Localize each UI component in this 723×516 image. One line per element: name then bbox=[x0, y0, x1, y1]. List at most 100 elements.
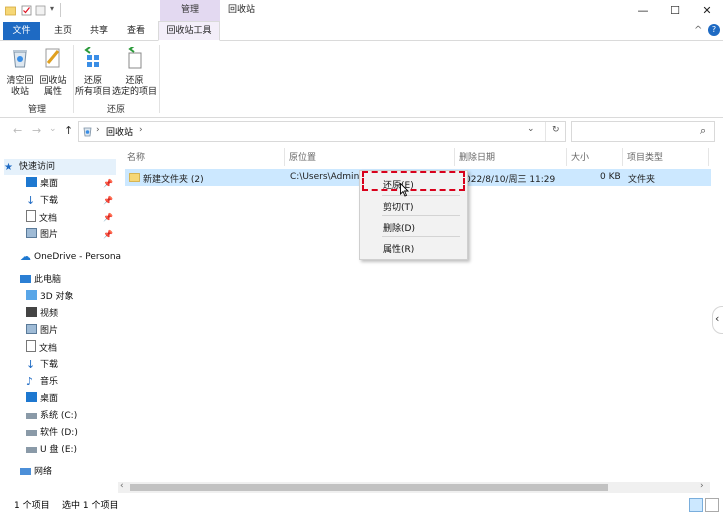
column-headers: 名称 原位置 删除日期 大小 项目类型 bbox=[120, 148, 710, 166]
tab-home[interactable]: 主页 bbox=[47, 22, 79, 40]
cell-date-deleted: 022/8/10/周三 11:29 bbox=[465, 175, 556, 185]
minimize-button[interactable]: — bbox=[628, 0, 658, 21]
empty-recycle-bin-label: 清空回 收站 bbox=[6, 76, 34, 97]
cell-name[interactable]: 新建文件夹 (2) bbox=[143, 172, 204, 185]
details-view-icon[interactable] bbox=[689, 498, 703, 512]
desktop-icon bbox=[26, 392, 37, 402]
up-button[interactable]: ↑ bbox=[64, 124, 73, 137]
nav-desktop[interactable]: 桌面 bbox=[26, 176, 58, 192]
tab-share[interactable]: 共享 bbox=[83, 22, 115, 40]
scrollbar-thumb[interactable] bbox=[130, 484, 608, 491]
help-icon[interactable]: ? bbox=[708, 24, 720, 36]
refresh-button[interactable]: ↻ bbox=[552, 125, 560, 135]
breadcrumb-recycle-bin[interactable]: 回收站 bbox=[106, 125, 133, 138]
download-arrow-icon: ↓ bbox=[26, 194, 36, 207]
nav-downloads[interactable]: ↓ 下载 bbox=[26, 193, 58, 209]
breadcrumb-separator[interactable]: › bbox=[139, 125, 143, 135]
search-input[interactable]: ⌕ bbox=[571, 121, 715, 142]
folder-icon bbox=[5, 6, 16, 16]
restore-all-icon bbox=[84, 46, 99, 67]
empty-recycle-bin-button[interactable]: 清空回 收站 bbox=[4, 43, 36, 98]
menu-item-properties[interactable]: 属性(R) bbox=[383, 242, 414, 255]
menu-item-delete[interactable]: 删除(D) bbox=[383, 221, 415, 234]
nav-pictures-pc[interactable]: 图片 bbox=[26, 323, 58, 339]
recycle-bin-properties-button[interactable]: 回收站 属性 bbox=[37, 43, 69, 98]
nav-network[interactable]: 网络 bbox=[20, 464, 52, 480]
forward-button[interactable]: → bbox=[32, 124, 41, 137]
star-icon: ★ bbox=[4, 162, 13, 173]
restore-selected-button[interactable]: 还原 选定的项目 bbox=[112, 43, 157, 98]
nav-documents[interactable]: 文档 bbox=[26, 210, 57, 226]
column-divider[interactable] bbox=[284, 148, 285, 166]
column-header-size[interactable]: 大小 bbox=[571, 150, 589, 163]
nav-drive-e[interactable]: U 盘 (E:) bbox=[26, 442, 77, 458]
nav-drive-c[interactable]: 系统 (C:) bbox=[26, 408, 77, 424]
maximize-button[interactable]: ☐ bbox=[660, 0, 690, 21]
large-icons-view-icon[interactable] bbox=[705, 498, 719, 512]
column-header-name[interactable]: 名称 bbox=[127, 150, 145, 163]
scroll-left-arrow-icon[interactable]: ‹ bbox=[120, 481, 124, 491]
properties-check-icon[interactable] bbox=[21, 5, 32, 16]
restore-all-button[interactable]: 还原 所有项目 bbox=[74, 43, 112, 98]
qa-customize-icon[interactable]: ▾ bbox=[50, 4, 54, 13]
column-header-original-location[interactable]: 原位置 bbox=[289, 150, 316, 163]
nav-label: 文档 bbox=[39, 214, 58, 224]
address-dropdown-button[interactable]: ⌄ bbox=[527, 124, 535, 134]
group-separator bbox=[159, 45, 160, 113]
nav-label: 下载 bbox=[40, 196, 59, 206]
column-divider[interactable] bbox=[622, 148, 623, 166]
nav-onedrive[interactable]: ☁ OneDrive - Persona bbox=[20, 249, 121, 265]
navigation-pane: ★ 快速访问 桌面 📌 ↓ 下载 📌 文档 📌 图片 📌 ☁ OneDrive - P… bbox=[0, 152, 121, 490]
nav-quick-access[interactable]: ★ 快速访问 bbox=[4, 159, 116, 175]
pin-icon: 📌 bbox=[103, 230, 113, 239]
close-button[interactable]: ✕ bbox=[692, 0, 722, 21]
nav-drive-d[interactable]: 软件 (D:) bbox=[26, 425, 78, 441]
tab-recycle-bin-tools[interactable]: 回收站工具 bbox=[158, 21, 220, 41]
music-note-icon: ♪ bbox=[26, 375, 34, 388]
drive-icon bbox=[26, 413, 37, 419]
back-button[interactable]: ← bbox=[13, 124, 22, 137]
nav-desktop-pc[interactable]: 桌面 bbox=[26, 391, 58, 407]
nav-label: 3D 对象 bbox=[40, 292, 74, 302]
recycle-bin-icon bbox=[13, 50, 27, 68]
drive-icon bbox=[26, 430, 37, 436]
computer-icon bbox=[20, 275, 31, 283]
nav-pictures[interactable]: 图片 bbox=[26, 227, 58, 243]
column-header-date-deleted[interactable]: 删除日期 bbox=[459, 150, 495, 163]
usb-drive-icon bbox=[26, 447, 37, 453]
scroll-right-arrow-icon[interactable]: › bbox=[700, 481, 704, 491]
nav-downloads-pc[interactable]: ↓ 下载 bbox=[26, 357, 58, 373]
column-divider[interactable] bbox=[708, 148, 709, 166]
nav-label: 桌面 bbox=[40, 394, 59, 404]
chevron-left-icon: ‹ bbox=[715, 312, 720, 325]
nav-label: 下载 bbox=[40, 360, 59, 370]
breadcrumb-separator[interactable]: › bbox=[96, 125, 100, 135]
recent-locations-button[interactable]: ⌄ bbox=[49, 124, 57, 134]
group-label-manage: 管理 bbox=[27, 105, 46, 115]
nav-this-pc[interactable]: 此电脑 bbox=[20, 272, 61, 288]
nav-videos[interactable]: 视频 bbox=[26, 306, 58, 322]
cell-original-location: C:\Users\Admini bbox=[290, 172, 362, 182]
restore-all-label: 还原 所有项目 bbox=[74, 76, 111, 97]
column-header-item-type[interactable]: 项目类型 bbox=[627, 150, 663, 163]
collapse-ribbon-icon[interactable]: ^ bbox=[694, 25, 702, 36]
nav-label: 视频 bbox=[40, 309, 59, 319]
properties-icon bbox=[45, 48, 60, 68]
desktop-icon bbox=[26, 177, 37, 187]
menu-item-cut[interactable]: 剪切(T) bbox=[383, 200, 414, 213]
pane-toggle-button[interactable]: ‹ bbox=[712, 306, 723, 334]
column-divider[interactable] bbox=[454, 148, 455, 166]
new-folder-qa-icon[interactable] bbox=[35, 5, 46, 16]
nav-music[interactable]: ♪ 音乐 bbox=[26, 374, 58, 390]
nav-3d-objects[interactable]: 3D 对象 bbox=[26, 289, 74, 305]
nav-label: 网络 bbox=[34, 467, 53, 477]
nav-documents-pc[interactable]: 文档 bbox=[26, 340, 57, 356]
column-divider[interactable] bbox=[566, 148, 567, 166]
status-bar: 1 个项目 选中 1 个项目 bbox=[0, 494, 723, 516]
tab-view[interactable]: 查看 bbox=[120, 22, 152, 40]
address-bar[interactable]: › 回收站 › ⌄ ↻ bbox=[78, 121, 566, 142]
status-selected-count: 选中 1 个项目 bbox=[62, 501, 119, 511]
horizontal-scrollbar[interactable]: ‹ › bbox=[118, 481, 710, 493]
tab-file[interactable]: 文件 bbox=[3, 22, 40, 40]
nav-label: 快速访问 bbox=[19, 162, 56, 172]
